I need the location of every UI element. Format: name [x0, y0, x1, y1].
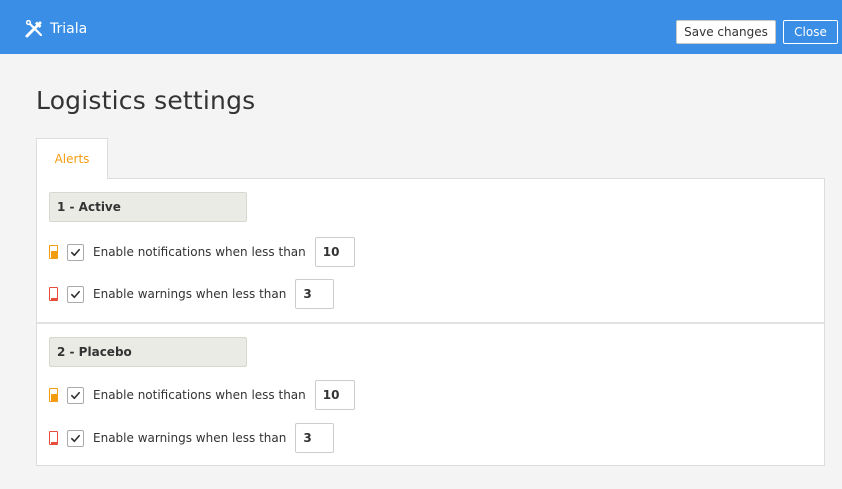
group-divider — [37, 322, 824, 324]
brand[interactable]: Triala — [24, 19, 87, 39]
top-bar: Triala Save changes Close — [0, 0, 842, 54]
warning-checkbox[interactable] — [67, 285, 84, 303]
group-name-field: 1 - Active — [49, 192, 247, 222]
save-changes-button[interactable]: Save changes — [676, 20, 776, 44]
warning-threshold-input[interactable] — [295, 423, 335, 453]
tools-icon — [24, 19, 44, 39]
group-name-field: 2 - Placebo — [49, 337, 247, 367]
close-button[interactable]: Close — [783, 20, 838, 44]
level-red-icon — [49, 287, 58, 301]
alerts-panel: 1 - Active Enable notifications when les… — [36, 178, 825, 466]
warning-row: Enable warnings when less than — [49, 278, 335, 310]
warning-label: Enable warnings when less than — [93, 287, 287, 301]
warning-label: Enable warnings when less than — [93, 431, 287, 445]
notification-row: Enable notifications when less than — [49, 379, 355, 411]
notification-threshold-input[interactable] — [314, 380, 355, 410]
level-orange-icon — [49, 245, 58, 259]
notification-label: Enable notifications when less than — [93, 388, 306, 402]
tab-alerts[interactable]: Alerts — [36, 138, 108, 179]
warning-row: Enable warnings when less than — [49, 422, 335, 454]
warning-threshold-input[interactable] — [295, 279, 335, 309]
notification-threshold-input[interactable] — [314, 237, 355, 267]
level-orange-icon — [49, 388, 58, 402]
notification-row: Enable notifications when less than — [49, 236, 355, 268]
level-red-icon — [49, 431, 58, 445]
notification-label: Enable notifications when less than — [93, 245, 306, 259]
app-name: Triala — [50, 21, 88, 37]
notification-checkbox[interactable] — [67, 386, 84, 404]
notification-checkbox[interactable] — [67, 243, 84, 261]
warning-checkbox[interactable] — [67, 429, 84, 447]
page-title: Logistics settings — [36, 86, 256, 115]
